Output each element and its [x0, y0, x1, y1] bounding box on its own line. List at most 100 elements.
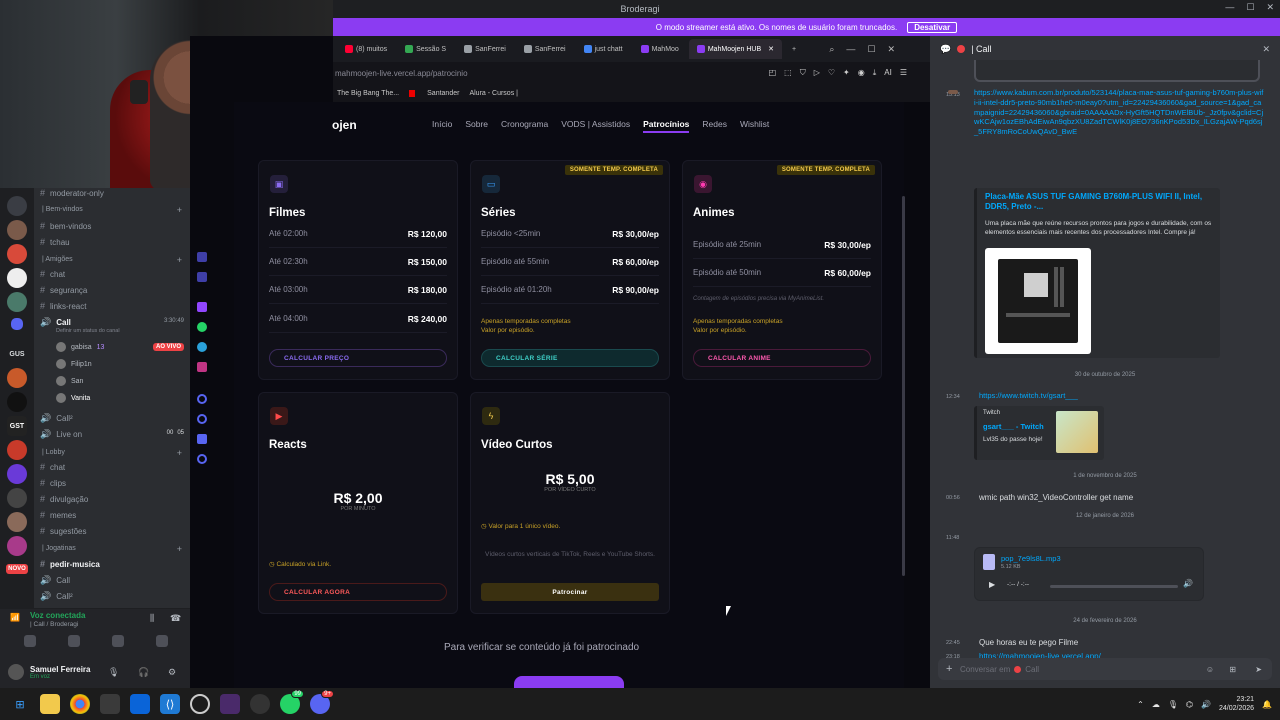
- audio-file-name[interactable]: pop_7e9ls8L.mp3: [1001, 554, 1061, 563]
- channel-clips[interactable]: # clips: [40, 478, 66, 488]
- emoji-icon[interactable]: ☺: [1206, 665, 1214, 674]
- close-button[interactable]: ✕: [887, 44, 895, 55]
- embed-thumbnail[interactable]: [1056, 411, 1098, 453]
- chat-input[interactable]: + Conversar em Call ☺ ⊞ ➤: [938, 658, 1272, 680]
- chevron-up-icon[interactable]: ⌃: [1137, 700, 1144, 709]
- audio-progress-bar[interactable]: [1050, 585, 1178, 588]
- volume-icon[interactable]: 🔊: [1201, 700, 1211, 709]
- clock[interactable]: 23:21 24/02/2026: [1219, 695, 1254, 713]
- send-icon[interactable]: ➤: [1255, 665, 1262, 674]
- extension-icon[interactable]: ◰: [769, 68, 777, 78]
- history-icon[interactable]: [197, 414, 207, 424]
- category-amigoes[interactable]: | Amigões: [42, 256, 73, 263]
- guild-icon[interactable]: [7, 196, 27, 216]
- mic-icon[interactable]: 🎙: [108, 667, 119, 678]
- obs-icon[interactable]: [190, 694, 210, 714]
- calculate-now-button[interactable]: CALCULAR AGORA: [269, 583, 447, 601]
- minimize-button[interactable]: —: [1225, 2, 1234, 13]
- close-tab-icon[interactable]: ✕: [768, 45, 774, 53]
- puzzle-icon[interactable]: ✦: [843, 68, 850, 78]
- guild-icon[interactable]: [7, 268, 27, 288]
- guild-icon[interactable]: [7, 536, 27, 556]
- add-channel-icon[interactable]: +: [177, 448, 182, 458]
- sidebar-app-icon[interactable]: [197, 252, 207, 262]
- address-bar[interactable]: mahmoojen-live.vercel.app/patrocinio ◰ ⬚…: [333, 62, 933, 84]
- player-icon[interactable]: [197, 394, 207, 404]
- voice-channel-jogatinas-call[interactable]: 🔊 Call: [40, 575, 70, 586]
- browser-taskbar-icon[interactable]: [220, 694, 240, 714]
- channel-divulgacao[interactable]: # divulgação: [40, 494, 88, 504]
- screen-share-icon[interactable]: [68, 635, 80, 647]
- gear-icon[interactable]: ⚙: [168, 667, 176, 678]
- channel-tchau[interactable]: # tchau: [40, 237, 70, 247]
- browser-tab-active[interactable]: MahMoojen HUB ✕: [688, 39, 782, 59]
- download-icon[interactable]: ⤓: [873, 68, 877, 78]
- guild-label[interactable]: GST: [7, 416, 27, 436]
- voice-user[interactable]: Vanita: [56, 393, 90, 403]
- gear-icon[interactable]: [197, 454, 207, 464]
- calculate-series-button[interactable]: CALCULAR SÉRIE: [481, 349, 659, 367]
- browser-tab[interactable]: SanFerrei: [456, 39, 514, 59]
- steam-icon[interactable]: [250, 694, 270, 714]
- outlook-icon[interactable]: [130, 694, 150, 714]
- shield-icon[interactable]: ⛉: [800, 68, 806, 78]
- voice-channel-call2[interactable]: 🔊 Call²: [40, 413, 73, 424]
- voice-user[interactable]: Filip1n: [56, 359, 92, 369]
- browser-tab[interactable]: (8) muitos: [337, 39, 395, 59]
- add-attachment-icon[interactable]: +: [946, 663, 952, 675]
- calculate-anime-button[interactable]: CALCULAR ANIME: [693, 349, 871, 367]
- guild-label[interactable]: NOVO: [6, 564, 28, 574]
- guild-icon[interactable]: [7, 220, 27, 240]
- channel-links-react[interactable]: # links-react: [40, 301, 86, 311]
- embed-title[interactable]: Placa-Mãe ASUS TUF GAMING B760M-PLUS WIF…: [985, 192, 1215, 213]
- profile-icon[interactable]: ◉: [858, 68, 865, 78]
- sponsor-button[interactable]: Patrocinar: [481, 583, 659, 601]
- disable-streamer-button[interactable]: Desativar: [907, 21, 958, 33]
- guild-icon[interactable]: [7, 464, 27, 484]
- discord-icon[interactable]: 9+: [310, 690, 334, 714]
- category-lobby[interactable]: | Lobby: [42, 449, 65, 456]
- category-bem-vindos[interactable]: | Bem-vindos: [42, 206, 83, 213]
- category-jogatinas[interactable]: | Jogatinas: [42, 545, 76, 552]
- chrome-icon[interactable]: [70, 694, 90, 714]
- channel-bem-vindos[interactable]: # bem-vindos: [40, 221, 91, 231]
- channel-pedir-musica[interactable]: # pedir-musica: [40, 559, 100, 569]
- close-button[interactable]: ✕: [1266, 2, 1274, 13]
- close-chat-icon[interactable]: ✕: [1262, 44, 1270, 55]
- mic-icon[interactable]: 🎙: [1168, 700, 1178, 709]
- voice-channel-jogatinas-call2[interactable]: 🔊 Call²: [40, 591, 73, 602]
- whatsapp-icon[interactable]: [197, 322, 207, 332]
- camera-icon[interactable]: [24, 635, 36, 647]
- url-text[interactable]: mahmoojen-live.vercel.app/patrocinio: [335, 69, 468, 78]
- activities-icon[interactable]: [112, 635, 124, 647]
- channel-chat[interactable]: # chat: [40, 269, 65, 279]
- menu-icon[interactable]: ☰: [900, 68, 907, 78]
- play-icon[interactable]: ▷: [814, 68, 820, 78]
- bookmark[interactable]: The Big Bang The...: [337, 90, 399, 97]
- channel-lobby-chat[interactable]: # chat: [40, 462, 65, 472]
- nav-vods[interactable]: VODS | Assistidos: [561, 119, 630, 133]
- guild-icon[interactable]: [7, 368, 27, 388]
- browser-tab[interactable]: Sessão S: [397, 39, 454, 59]
- nav-cronograma[interactable]: Cronograma: [501, 119, 548, 133]
- maximize-button[interactable]: ☐: [1246, 2, 1254, 13]
- guild-label[interactable]: GUS: [7, 344, 27, 364]
- maximize-button[interactable]: ☐: [867, 44, 875, 55]
- vscode-icon[interactable]: ⟨⟩: [160, 694, 180, 714]
- onedrive-icon[interactable]: ☁: [1152, 700, 1160, 709]
- signal-icon[interactable]: 📶: [10, 613, 20, 622]
- verify-button[interactable]: [514, 676, 624, 688]
- voice-channel-call[interactable]: 🔊 Call: [40, 317, 71, 328]
- guild-icon[interactable]: [7, 292, 27, 312]
- browser-tab[interactable]: just chatt: [576, 39, 631, 59]
- minimize-button[interactable]: —: [846, 44, 855, 55]
- site-logo[interactable]: ojen: [332, 118, 357, 132]
- bookmark[interactable]: Santander: [409, 89, 459, 97]
- send-icon[interactable]: [197, 434, 207, 444]
- instagram-icon[interactable]: [197, 362, 207, 372]
- nav-patrocinios[interactable]: Patrocínios: [643, 119, 690, 133]
- search-tabs-icon[interactable]: ⌕: [829, 44, 834, 55]
- guild-icon[interactable]: [7, 488, 27, 508]
- store-icon[interactable]: [100, 694, 120, 714]
- nav-wishlist[interactable]: Wishlist: [740, 119, 769, 133]
